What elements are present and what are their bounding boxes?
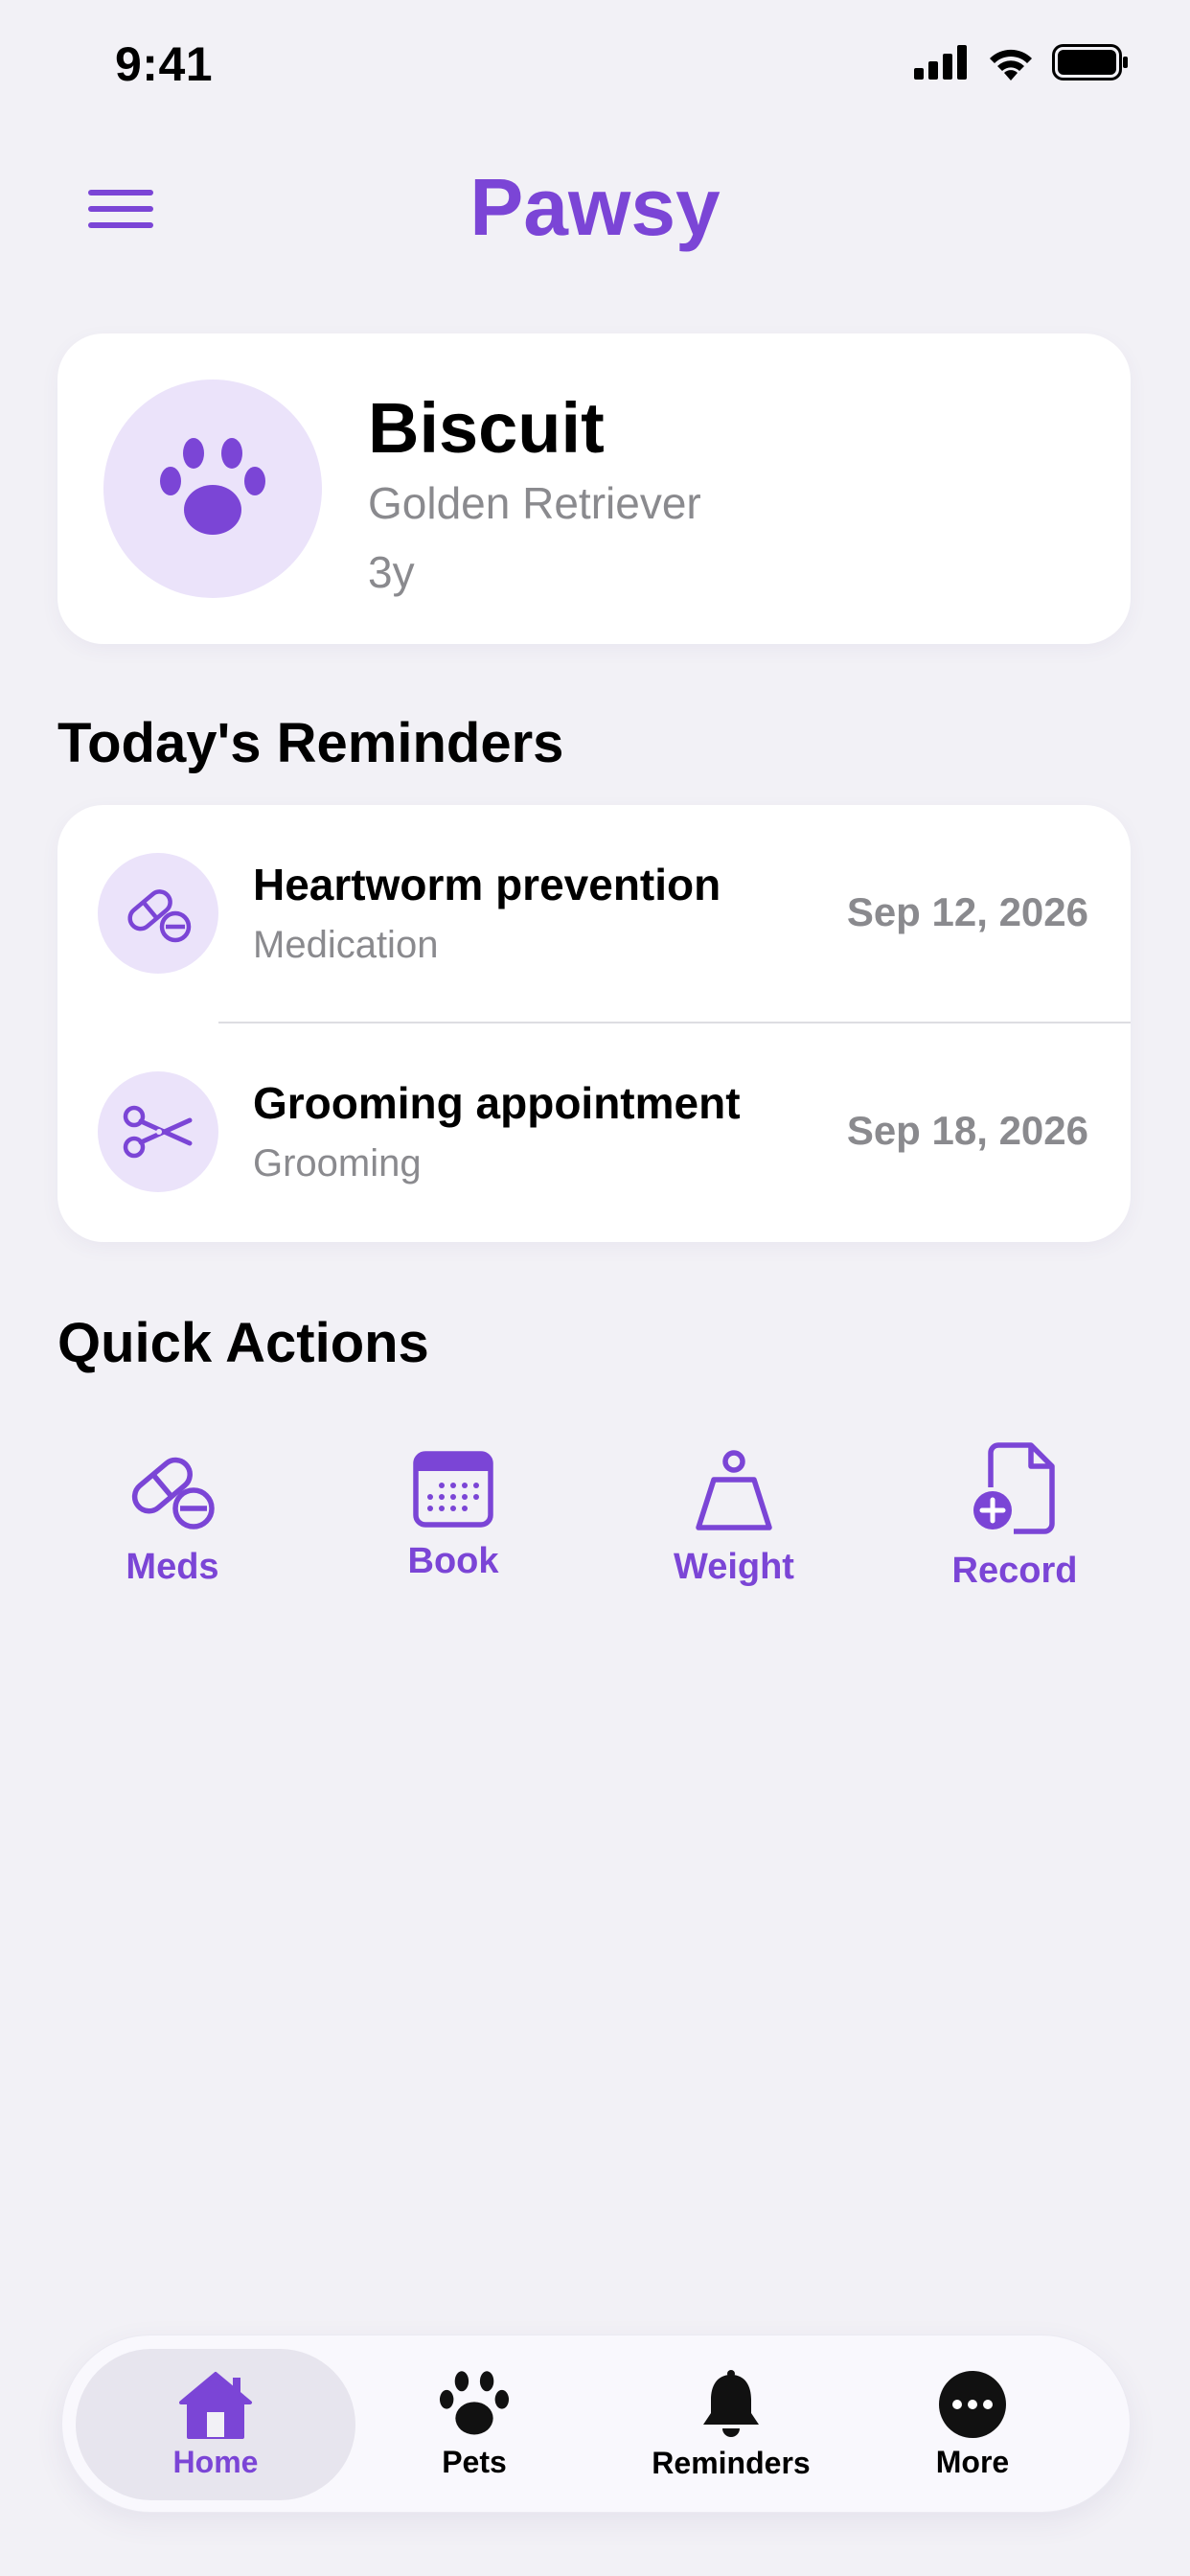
pet-breed: Golden Retriever [368, 478, 701, 528]
paw-icon [439, 2370, 510, 2434]
reminder-category: Grooming [253, 1142, 422, 1184]
quick-action-label: Meds [126, 1547, 219, 1587]
quick-actions-section-title: Quick Actions [57, 1312, 429, 1374]
reminder-icon-badge [98, 853, 218, 974]
quick-action-label: Book [407, 1541, 499, 1581]
pill-icon [131, 1457, 215, 1530]
calendar-icon [413, 1451, 493, 1528]
status-icons [914, 44, 1129, 80]
tab-label: More [935, 2444, 1010, 2479]
quick-action-weight[interactable]: Weight [619, 1449, 849, 1588]
pet-name: Biscuit [368, 388, 605, 468]
app-title: Pawsy [469, 162, 721, 252]
reminder-date: Sep 12, 2026 [846, 889, 1088, 934]
quick-action-label: Weight [674, 1547, 794, 1587]
pet-profile-card[interactable]: Biscuit Golden Retriever 3y [57, 334, 1131, 644]
cellular-signal-icon [914, 45, 967, 80]
tab-label: Pets [442, 2444, 507, 2479]
battery-icon [1052, 44, 1128, 80]
pet-age: 3y [368, 547, 415, 597]
tab-pets[interactable]: Pets [388, 2335, 561, 2514]
quick-action-record[interactable]: Record [900, 1441, 1130, 1592]
house-icon [179, 2371, 252, 2439]
ellipsis-circle-icon [939, 2370, 1006, 2438]
reminder-row-grooming[interactable]: Grooming appointment Grooming Sep 18, 20… [57, 1024, 1131, 1242]
wifi-icon [990, 49, 1032, 80]
quick-action-meds[interactable]: Meds [57, 1447, 287, 1588]
tab-home[interactable]: Home [76, 2335, 355, 2514]
quick-action-book[interactable]: Book [338, 1451, 568, 1582]
tab-reminders[interactable]: Reminders [626, 2335, 836, 2514]
reminders-list: Heartworm prevention Medication Sep 12, … [57, 805, 1131, 1242]
tab-label: Home [172, 2444, 259, 2479]
weight-scale-icon [696, 1450, 772, 1530]
tab-label: Reminders [652, 2445, 811, 2480]
bell-icon [703, 2369, 759, 2437]
pill-icon [127, 889, 192, 943]
status-time: 9:41 [115, 37, 214, 91]
reminder-category: Medication [253, 924, 439, 966]
reminder-title: Heartworm prevention [253, 860, 721, 909]
scissors-icon [123, 1105, 193, 1159]
reminder-icon-badge [98, 1071, 218, 1192]
reminder-title: Grooming appointment [253, 1078, 741, 1128]
reminders-section-title: Today's Reminders [57, 712, 564, 774]
reminder-date: Sep 18, 2026 [846, 1108, 1088, 1153]
paw-icon [160, 438, 265, 535]
quick-action-label: Record [951, 1551, 1078, 1591]
document-add-icon [973, 1442, 1055, 1534]
tab-more[interactable]: More [886, 2335, 1059, 2514]
pet-avatar [103, 380, 322, 598]
reminder-row-heartworm[interactable]: Heartworm prevention Medication Sep 12, … [57, 805, 1131, 1022]
tab-bar: Home Pets Reminders More [61, 2334, 1131, 2513]
